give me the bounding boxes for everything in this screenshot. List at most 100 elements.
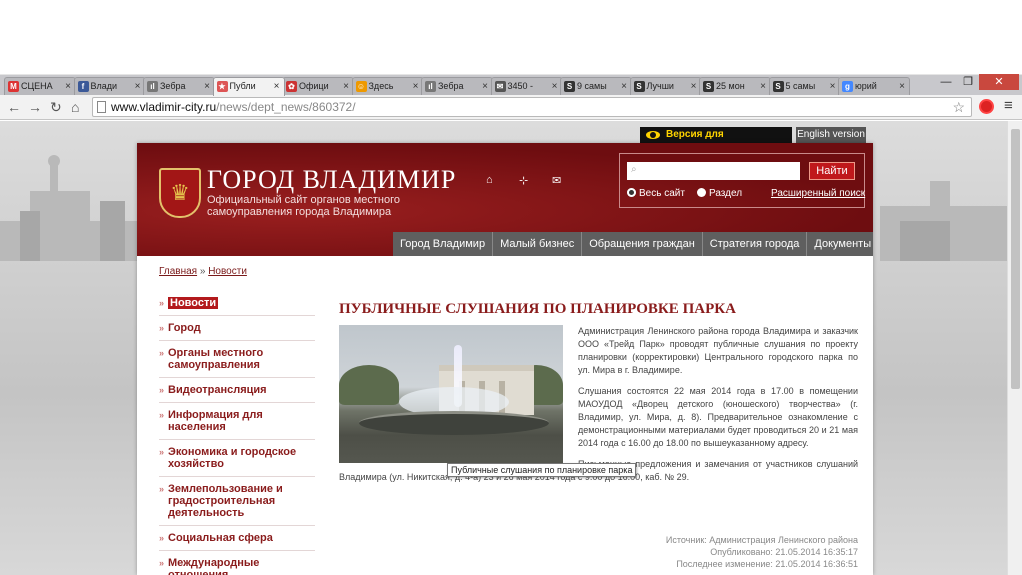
sidebar-item-land-use[interactable]: Землепользование и градостроительная дея… [159, 477, 315, 526]
tab-close-icon[interactable]: × [621, 78, 627, 95]
search-button[interactable]: Найти [809, 162, 855, 180]
browser-tab[interactable]: ıl Зебра × [421, 77, 493, 96]
sidebar-menu: Новости Город Органы местного самоуправл… [159, 291, 315, 575]
tab-close-icon[interactable]: × [899, 78, 905, 95]
city-crest-logo[interactable]: ♛ [159, 168, 201, 218]
browser-tab[interactable]: ıl Зебра × [143, 77, 215, 96]
site-title[interactable]: ГОРОД ВЛАДИМИР [207, 165, 456, 195]
english-version-link[interactable]: English version [796, 127, 866, 143]
tab-favicon-icon: f [77, 81, 89, 92]
search-icon: ⌕ [631, 164, 637, 175]
browser-tab[interactable]: f Влади × [73, 77, 146, 96]
menu-icon[interactable]: ≡ [1004, 97, 1013, 114]
article-published: Опубликовано: 21.05.2014 16:35:17 [710, 547, 858, 557]
nav-small-business[interactable]: Малый бизнес [493, 232, 583, 256]
tab-close-icon[interactable]: × [691, 78, 697, 95]
scrollbar-thumb[interactable] [1011, 129, 1020, 389]
maximize-button[interactable]: ❐ [957, 74, 979, 90]
tab-label: 5 самы [785, 81, 816, 91]
close-window-button[interactable]: ✕ [979, 74, 1019, 90]
browser-tab[interactable]: S5 самы × [768, 77, 841, 96]
article-photo[interactable] [339, 325, 563, 463]
sidebar-item-international[interactable]: Международные отношения [159, 551, 315, 575]
tab-label: 9 самы [577, 81, 607, 91]
tab-close-icon[interactable]: × [413, 78, 419, 95]
sidebar-item-city[interactable]: Город [159, 316, 315, 341]
tab-favicon-icon: ✿ [286, 81, 297, 92]
browser-tab[interactable]: ★ Публи × [212, 77, 285, 96]
breadcrumb: Главная » Новости [159, 266, 247, 277]
article-modified: Последнее изменение: 21.05.2014 16:36:51 [676, 559, 858, 569]
nav-city[interactable]: Город Владимир [393, 232, 494, 256]
sidebar-item-video[interactable]: Видеотрансляция [159, 378, 315, 403]
blank-area [0, 0, 1022, 74]
opera-extension-icon[interactable] [979, 99, 994, 114]
tab-favicon-icon: ☺ [355, 81, 367, 92]
search-input[interactable] [627, 162, 800, 180]
browser-tab[interactable]: S Лучши × [629, 77, 702, 96]
tab-close-icon[interactable]: × [343, 78, 349, 95]
tab-close-icon[interactable]: × [65, 78, 71, 95]
browser-tab[interactable]: S 25 мон × [699, 77, 771, 96]
sidebar-item-info[interactable]: Информация для населения [159, 403, 315, 440]
advanced-search-link[interactable]: Расширенный поиск [771, 188, 865, 199]
tab-favicon-icon: S [703, 81, 714, 92]
tab-close-icon[interactable]: × [830, 78, 836, 95]
eye-icon [646, 131, 660, 139]
home-icon[interactable]: ⌂ [486, 174, 493, 186]
sidebar-item-economy[interactable]: Экономика и городское хозяйство [159, 440, 315, 477]
nav-citizen-appeals[interactable]: Обращения граждан [582, 232, 703, 256]
url-host: www.vladimir-city.ru [111, 100, 217, 114]
minimize-button[interactable]: — [935, 74, 957, 90]
tab-favicon-icon: M [8, 81, 19, 92]
tab-close-icon[interactable]: × [552, 78, 558, 95]
tab-favicon-icon: ıl [425, 81, 436, 92]
tab-favicon-icon: ıl [147, 81, 158, 92]
browser-tab[interactable]: S9 самы × [560, 77, 632, 96]
nav-city-strategy[interactable]: Стратегия города [702, 232, 808, 256]
browser-tab[interactable]: ☺ Здесь × [351, 77, 424, 96]
sidebar-item-news[interactable]: Новости [159, 291, 315, 316]
breadcrumb-home[interactable]: Главная [159, 266, 197, 277]
browser-tab[interactable]: ✿ Офици × [282, 77, 354, 96]
tab-favicon-icon: S [772, 81, 784, 92]
tab-strip: M СЦЕНА × f Влади × ıl Зебра × ★ Публи × ✿ Офици × ☺ Зде… [0, 74, 1022, 96]
sidebar-item-local-government[interactable]: Органы местного самоуправления [159, 341, 315, 378]
radio-whole-site[interactable]: Весь сайт [627, 188, 685, 199]
home-icon[interactable]: ⌂ [71, 98, 79, 116]
url-path: /news/dept_news/860372/ [216, 100, 356, 114]
article-paragraph-2: Слушания состоятся 22 мая 2014 года в 17… [578, 386, 858, 448]
tab-label: Здесь [368, 81, 394, 91]
article-source: Источник: Администрация Ленинского район… [665, 535, 858, 545]
content-area: Главная » Новости Новости Город Органы м… [137, 256, 873, 575]
reload-icon[interactable]: ↻ [50, 98, 62, 116]
tab-favicon-icon: ✉ [494, 81, 506, 92]
browser-tab[interactable]: ✉ 3450 - × [490, 77, 563, 96]
page-viewport: Версия для слабовидящих English version … [0, 121, 1007, 575]
sidebar-item-social[interactable]: Социальная сфера [159, 526, 315, 551]
tab-close-icon[interactable]: × [274, 78, 280, 95]
mail-icon[interactable]: ✉ [552, 174, 561, 187]
site-header: ♛ ГОРОД ВЛАДИМИР Официальный сайт органо… [137, 143, 873, 256]
forward-icon[interactable]: → [28, 98, 42, 116]
article-title: ПУБЛИЧНЫЕ СЛУШАНИЯ ПО ПЛАНИРОВКЕ ПАРКА [339, 301, 736, 317]
tab-close-icon[interactable]: × [135, 78, 141, 95]
address-bar[interactable]: www.vladimir-city.ru/news/dept_news/8603… [92, 97, 972, 117]
tab-close-icon[interactable]: × [204, 78, 210, 95]
bookmark-star-icon[interactable]: ☆ [952, 98, 965, 116]
browser-tab[interactable]: g юрий × [838, 77, 910, 96]
radio-section[interactable]: Раздел [697, 188, 742, 199]
tab-favicon-icon: S [633, 81, 645, 92]
tab-close-icon[interactable]: × [760, 78, 766, 95]
accessibility-link[interactable]: Версия для слабовидящих [640, 127, 792, 156]
tab-label: Офици [299, 81, 329, 91]
breadcrumb-news[interactable]: Новости [208, 266, 247, 277]
nav-documents[interactable]: Документы [807, 232, 873, 256]
browser-tab[interactable]: M СЦЕНА × [4, 77, 76, 96]
sitemap-icon[interactable]: ⊹ [519, 174, 528, 187]
back-icon[interactable]: ← [7, 98, 21, 116]
page-scrollbar[interactable] [1007, 121, 1022, 575]
tab-label: Влади [90, 81, 118, 91]
tab-close-icon[interactable]: × [482, 78, 488, 95]
tab-label: Лучши [646, 81, 674, 91]
